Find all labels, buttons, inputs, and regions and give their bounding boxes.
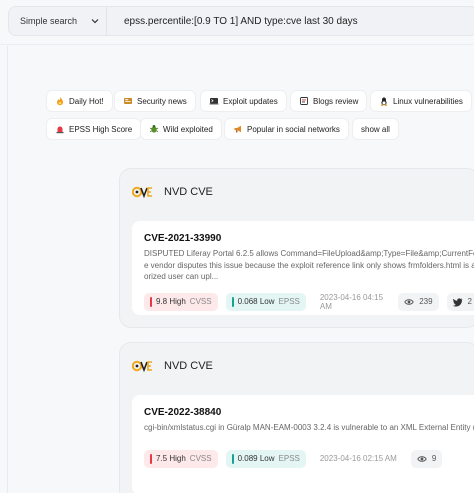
chip-show-all[interactable]: show all xyxy=(352,118,399,140)
search-bar: Simple search epss.percentile:[0.9 TO 1]… xyxy=(8,6,474,36)
newspaper-icon xyxy=(124,98,132,104)
source-name: NVD CVE xyxy=(164,186,213,198)
cve-id-link[interactable]: CVE-2022-38840 xyxy=(144,407,474,418)
header-divider xyxy=(0,44,474,45)
cve-entry[interactable]: CVE-2022-38840 cgi-bin/xmlstatus.cgi in … xyxy=(132,395,474,493)
cve-card[interactable]: NVD CVE CVE-2022-38840 cgi-bin/xmlstatus… xyxy=(119,342,474,493)
epss-badge: 0.089 Low EPSS xyxy=(225,449,306,468)
cve-meta: 9.8 High CVSS 0.068 Low EPSS 2023-04-16 … xyxy=(144,292,474,311)
search-input[interactable]: epss.percentile:[0.9 TO 1] AND type:cve … xyxy=(107,16,358,27)
search-mode-select[interactable]: Simple search xyxy=(9,7,107,35)
chip-epss-high-score[interactable]: EPSS High Score xyxy=(46,118,142,140)
twitter-mentions[interactable]: 2 xyxy=(446,292,474,311)
siren-icon xyxy=(56,126,64,134)
epss-indicator xyxy=(231,296,234,307)
terminal-icon xyxy=(209,98,219,105)
cvss-indicator xyxy=(150,453,152,464)
megaphone-icon xyxy=(234,125,241,133)
blog-icon xyxy=(300,97,308,105)
published-date: 2023-04-16 04:15 AM xyxy=(319,292,384,311)
card-header: NVD CVE xyxy=(132,359,213,373)
cvss-badge: 9.8 High CVSS xyxy=(144,292,218,311)
twitter-icon xyxy=(452,297,463,306)
chip-wild-exploited[interactable]: Wild exploited xyxy=(140,118,222,140)
fire-icon xyxy=(57,97,63,106)
cvss-badge: 7.5 High CVSS xyxy=(144,449,218,468)
views-count: 9 xyxy=(410,449,443,468)
linux-icon xyxy=(381,97,387,106)
eye-icon xyxy=(417,455,427,462)
published-date: 2023-04-16 02:15 AM xyxy=(319,454,397,463)
bug-icon xyxy=(149,125,159,133)
chip-popular-social[interactable]: Popular in social networks xyxy=(224,118,349,140)
card-header: NVD CVE xyxy=(132,185,213,199)
sidebar-divider xyxy=(7,46,8,493)
epss-indicator xyxy=(231,453,234,464)
cve-entry[interactable]: CVE-2021-33990 DISPUTED Liferay Portal 6… xyxy=(132,221,474,315)
chip-daily-hot[interactable]: Daily Hot! xyxy=(46,90,113,112)
cvss-indicator xyxy=(150,296,152,307)
chip-linux-vulnerabilities[interactable]: Linux vulnerabilities xyxy=(370,90,472,112)
cve-id-link[interactable]: CVE-2021-33990 xyxy=(144,233,474,244)
source-name: NVD CVE xyxy=(164,360,213,372)
cve-meta: 7.5 High CVSS 0.089 Low EPSS 2023-04-16 … xyxy=(144,449,474,468)
epss-badge: 0.068 Low EPSS xyxy=(225,292,306,311)
chip-security-news[interactable]: Security news xyxy=(114,90,196,112)
cve-description: cgi-bin/xmlstatus.cgi in Güralp MAN-EAM-… xyxy=(144,423,474,432)
chip-blogs-review[interactable]: Blogs review xyxy=(290,90,368,112)
chip-exploit-updates[interactable]: Exploit updates xyxy=(200,90,287,112)
nvd-cve-logo-icon xyxy=(132,186,152,199)
search-mode-label: Simple search xyxy=(20,16,78,26)
chevron-down-icon xyxy=(91,19,99,24)
cve-description: DISPUTED Liferay Portal 6.2.5 allows Com… xyxy=(144,249,474,281)
nvd-cve-logo-icon xyxy=(132,360,152,373)
cve-card[interactable]: NVD CVE CVE-2021-33990 DISPUTED Liferay … xyxy=(119,168,474,328)
views-count: 239 xyxy=(398,292,439,311)
eye-icon xyxy=(404,298,414,305)
